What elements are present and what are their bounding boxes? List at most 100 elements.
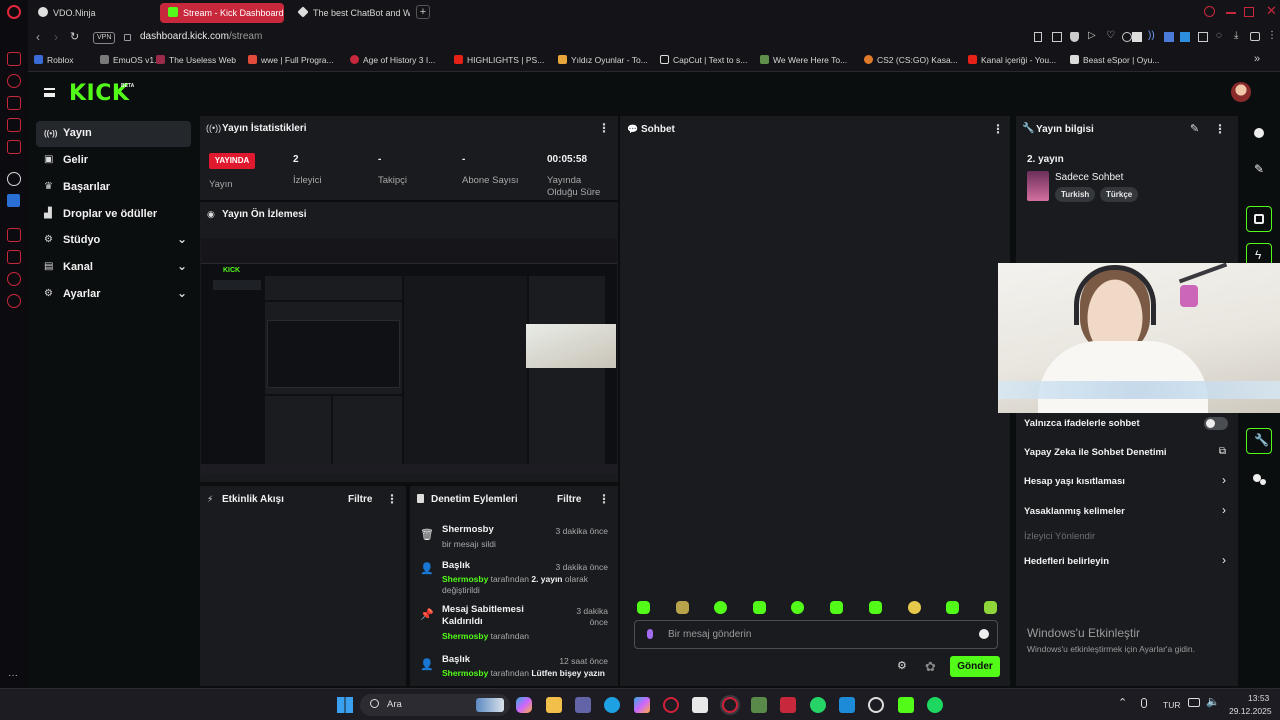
stream-info-menu-icon[interactable]: ⋮ (1214, 122, 1226, 136)
emote-icon[interactable] (869, 601, 882, 614)
emote-icon[interactable] (714, 601, 727, 614)
bookmark[interactable]: The Useless Web (156, 55, 236, 65)
chevron-right-icon[interactable]: › (1222, 473, 1226, 487)
back-icon[interactable]: ‹ (36, 30, 40, 44)
tag[interactable]: Türkçe (1100, 187, 1139, 202)
extension-icons[interactable]: ▷ ♡ )) ◌ ⤓ ⋮ (1034, 30, 1277, 44)
clock-time[interactable]: 13:53 (1248, 693, 1269, 703)
chat-menu-icon[interactable]: ⋮ (992, 122, 1004, 136)
vegas-icon[interactable] (780, 697, 796, 713)
chat-settings-icon[interactable]: ⚙ (897, 659, 907, 672)
snapshot-icon[interactable] (1052, 32, 1062, 42)
store-icon[interactable] (692, 697, 708, 713)
emote-icon[interactable] (908, 601, 921, 614)
messenger-icon[interactable] (7, 52, 21, 66)
nav-item-yayin[interactable]: ((•)) Yayın (36, 121, 191, 147)
gear-icon[interactable] (7, 294, 21, 308)
emote-icon[interactable] (637, 601, 650, 614)
ext-dark-icon[interactable] (1132, 32, 1142, 42)
emote-only-toggle[interactable] (1204, 417, 1228, 430)
nav-item-droplar[interactable]: ▟ Droplar ve ödüller (36, 202, 191, 228)
opera-gx-icon[interactable] (663, 697, 679, 713)
bubbles-icon[interactable] (1246, 467, 1272, 493)
more-bookmarks-icon[interactable]: » (1254, 53, 1260, 65)
chat-bot-icon[interactable]: ✿ (925, 659, 936, 675)
clock-date[interactable]: 29.12.2025 (1229, 706, 1272, 716)
account-age-setting[interactable]: Hesap yaşı kısıtlaması (1024, 476, 1224, 487)
chatgpt-icon[interactable] (7, 172, 21, 186)
info-icon[interactable] (1246, 122, 1272, 148)
bookmark[interactable]: Beast eSpor | Oyu... (1070, 55, 1159, 65)
app-icon[interactable] (7, 194, 20, 207)
share-icon[interactable]: ◌ (1216, 30, 1222, 41)
category-thumbnail[interactable] (1027, 171, 1049, 201)
avatar[interactable] (1231, 82, 1251, 102)
bookmark[interactable]: Kanal içeriği - You... (968, 55, 1056, 65)
network-icon[interactable] (1188, 698, 1200, 707)
language-indicator[interactable]: TUR (1163, 700, 1180, 710)
taskbar-search[interactable]: Ara (360, 694, 510, 716)
download-icon[interactable]: ⤓ (1234, 30, 1238, 41)
app-icon[interactable] (751, 697, 767, 713)
bookmark[interactable]: Roblox (34, 55, 73, 65)
focus-icon[interactable] (1246, 206, 1272, 232)
teams-icon[interactable] (575, 697, 591, 713)
puzzle-icon[interactable] (1198, 32, 1208, 42)
edge-icon[interactable] (604, 697, 620, 713)
kick-taskbar-icon[interactable] (898, 697, 914, 713)
ext-audio-icon[interactable]: )) (1148, 30, 1155, 41)
vpn-badge[interactable]: VPN (93, 32, 116, 44)
bookmark[interactable]: Yıldız Oyunlar - To... (558, 55, 648, 65)
bookmark[interactable]: EmuOS v1.0 (100, 55, 161, 65)
tag[interactable]: Turkish (1055, 187, 1096, 202)
copilot-icon[interactable] (516, 697, 532, 713)
sandbox-icon[interactable] (839, 697, 855, 713)
reload-icon[interactable]: ↻ (70, 30, 79, 43)
chat-input-box[interactable]: Bir mesaj gönderin (634, 620, 998, 649)
ext-translate-icon[interactable] (1164, 32, 1174, 42)
nav-item-basarilar[interactable]: ♛ Başarılar (36, 175, 191, 201)
edit-icon[interactable]: ✎ (1190, 122, 1199, 135)
clock-icon[interactable] (7, 272, 21, 286)
ext-blue-icon[interactable] (1180, 32, 1190, 42)
microphone-icon[interactable] (647, 629, 653, 639)
pin-icon[interactable] (1034, 32, 1042, 42)
pencil-icon[interactable]: ✎ (1246, 158, 1272, 184)
activity-menu-icon[interactable]: ⋮ (386, 492, 398, 506)
chatgpt-icon[interactable] (868, 697, 884, 713)
start-button[interactable] (337, 697, 353, 713)
whatsapp-icon[interactable] (810, 697, 826, 713)
nav-item-studyo[interactable]: ⚙ Stüdyo ⌄ (36, 228, 191, 254)
bookmark[interactable]: HIGHLIGHTS | PS... (454, 55, 544, 65)
send-button[interactable]: Gönder (950, 656, 1000, 677)
stats-menu-icon[interactable]: ⋮ (598, 121, 610, 135)
emote-icon[interactable] (676, 601, 689, 614)
chevron-right-icon[interactable]: › (1222, 503, 1226, 517)
chevron-right-icon[interactable]: › (1222, 553, 1226, 567)
hamburger-menu-icon[interactable] (44, 88, 55, 97)
preview-video[interactable]: KICK (201, 238, 617, 474)
mail-icon[interactable] (7, 140, 21, 154)
nav-item-kanal[interactable]: ▤ Kanal ⌄ (36, 255, 191, 281)
news-icon[interactable] (7, 118, 21, 132)
photoshop-icon[interactable] (634, 697, 650, 713)
opera-icon[interactable] (722, 697, 738, 713)
minimize-button[interactable] (1226, 12, 1236, 14)
external-link-icon[interactable]: ⧉ (1219, 446, 1226, 457)
emote-icon[interactable] (946, 601, 959, 614)
moderation-menu-icon[interactable]: ⋮ (598, 492, 610, 506)
goals-setting[interactable]: Hedefleri belirleyin (1024, 556, 1224, 567)
grid-icon[interactable] (7, 228, 21, 242)
emote-icon[interactable] (753, 601, 766, 614)
opera-logo-icon[interactable] (7, 5, 21, 19)
category-name[interactable]: Sadece Sohbet (1055, 172, 1123, 183)
ai-moderation-setting[interactable]: Yapay Zeka ile Sohbet Denetimi (1024, 447, 1224, 458)
tab-kick-dashboard[interactable]: Stream - Kick Dashboard (160, 3, 284, 23)
bookmark[interactable]: CS2 (CS:GO) Kasa... (864, 55, 958, 65)
bookmark[interactable]: Age of History 3 I... (350, 55, 435, 65)
mod-user[interactable]: Shermosby (442, 668, 488, 678)
tools-icon[interactable]: 🔧 (1246, 428, 1272, 454)
search-tabs-icon[interactable] (1204, 6, 1215, 17)
volume-icon[interactable]: 🔈 (1206, 695, 1220, 708)
maximize-button[interactable] (1244, 7, 1254, 17)
